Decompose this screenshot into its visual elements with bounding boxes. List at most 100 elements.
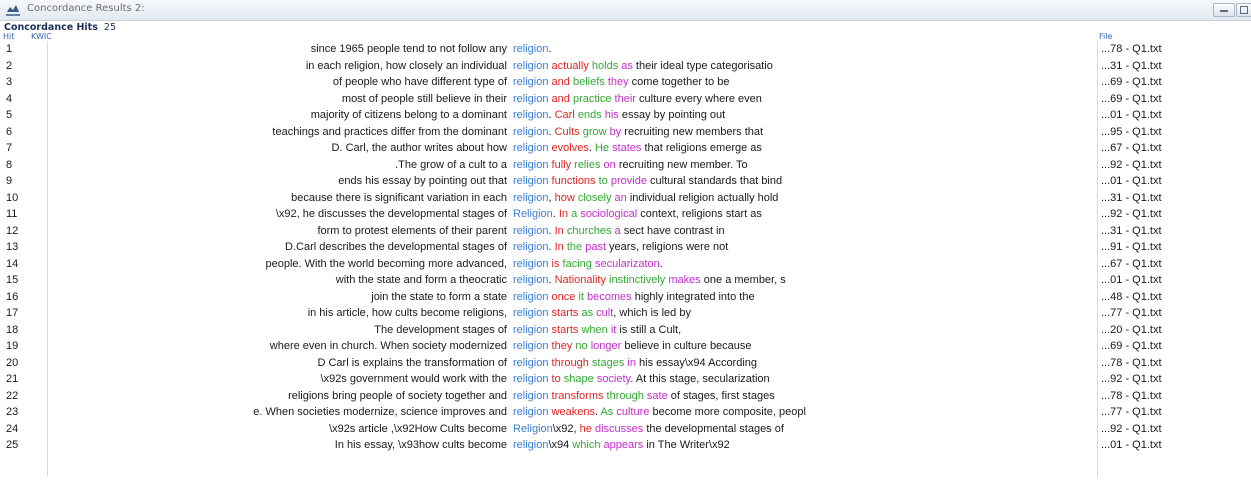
keyword-hit[interactable]: religion	[513, 43, 548, 55]
collocate-word: his	[604, 109, 619, 121]
left-context: most of people still believe in their	[341, 92, 507, 105]
collocate-word: Nationality	[554, 274, 606, 286]
table-row[interactable]: 25 In his essay, \x93how cults become reli…	[0, 437, 1251, 454]
collocate-word: functions	[548, 175, 596, 187]
keyword-hit[interactable]: religion	[513, 60, 548, 72]
collocate-word: provide	[610, 175, 647, 187]
collocate-word: grow	[582, 125, 607, 138]
column-header-kwic[interactable]: KWIC	[31, 32, 52, 41]
table-row[interactable]: 7 D. Carl, the author writes about how rel…	[0, 140, 1251, 157]
file-name: ...92 - Q1.txt	[1101, 208, 1162, 220]
keyword-and-right-context: religion transforms through sate of stag…	[513, 388, 775, 405]
file-name: ...01 - Q1.txt	[1101, 439, 1162, 451]
collocate-word: in	[627, 356, 636, 369]
table-row[interactable]: 16 join the state to form a state religion…	[0, 289, 1251, 306]
table-row[interactable]: 2 in each religion, how closely an indivi…	[0, 58, 1251, 75]
collocate-word: through	[606, 389, 644, 402]
context-text: culture every where even	[635, 92, 762, 105]
table-row[interactable]: 24 \x92s article ,\x92How Cults become Rel…	[0, 421, 1251, 438]
keyword-hit[interactable]: religion	[513, 307, 548, 319]
table-row[interactable]: 17 in his article, how cults become relig…	[0, 305, 1251, 322]
keyword-hit[interactable]: religion	[513, 324, 548, 336]
file-name: ...01 - Q1.txt	[1101, 274, 1162, 286]
column-header-hit[interactable]: Hit	[3, 32, 14, 41]
context-text: come together to be	[628, 76, 730, 88]
table-row[interactable]: 21 \x92s government would work with the re…	[0, 371, 1251, 388]
file-name: ...92 - Q1.txt	[1101, 373, 1162, 385]
keyword-hit[interactable]: religion	[513, 192, 548, 204]
keyword-hit[interactable]: religion	[513, 291, 548, 303]
left-context: majority of citizens belong to a dominan…	[310, 109, 507, 121]
table-row[interactable]: 23 e. When societies modernize, science i…	[0, 404, 1251, 421]
keyword-hit[interactable]: religion	[513, 76, 548, 88]
table-row[interactable]: 13 D.Carl describes the developmental sta…	[0, 239, 1251, 256]
keyword-and-right-context: religion is facing secularizaton.	[513, 256, 663, 273]
keyword-hit[interactable]: religion	[513, 142, 548, 154]
context-text: highly integrated into the	[631, 290, 755, 303]
table-row[interactable]: 5 majority of citizens belong to a domina…	[0, 107, 1251, 124]
keyword-hit[interactable]: religion	[513, 175, 548, 187]
keyword-hit[interactable]: religion	[513, 258, 548, 270]
keyword-and-right-context: religion starts when it is still a Cult,	[513, 322, 681, 339]
left-context: since 1965 people tend to not follow any	[310, 43, 507, 55]
keyword-hit[interactable]: religion	[513, 93, 548, 105]
collocate-word: In	[558, 208, 569, 220]
hit-number: 12	[6, 224, 19, 237]
table-row[interactable]: 15 with the state and form a theocratic re…	[0, 272, 1251, 289]
minimize-button[interactable]	[1213, 3, 1235, 17]
collocate-word: cult	[596, 307, 614, 319]
hit-number: 9	[6, 175, 13, 187]
keyword-hit[interactable]: religion	[513, 159, 548, 171]
table-row[interactable]: 18 The development stages of religion star…	[0, 322, 1251, 339]
hits-count: 25	[103, 22, 117, 33]
table-row[interactable]: 3 of people who have different type of rel…	[0, 74, 1251, 91]
keyword-and-right-context: religion they no longer believe in cultu…	[513, 338, 752, 355]
collocate-word: relies	[574, 158, 601, 171]
keyword-and-right-context: religion\x94 which appears in The Writer…	[513, 437, 730, 454]
keyword-hit[interactable]: religion	[513, 274, 548, 286]
table-row[interactable]: 20 D Carl is explains the transformation …	[0, 355, 1251, 372]
table-row[interactable]: 14 people. With the world becoming more a…	[0, 256, 1251, 273]
keyword-and-right-context: religion. Carl ends his essay by pointin…	[513, 107, 725, 124]
keyword-hit[interactable]: religion	[513, 406, 548, 418]
left-context: because there is significant variation i…	[291, 191, 507, 204]
file-name: ...48 - Q1.txt	[1101, 290, 1162, 303]
table-row[interactable]: 9 ends his essay by pointing out that reli…	[0, 173, 1251, 190]
keyword-hit[interactable]: religion	[513, 357, 548, 369]
table-row[interactable]: 8 .The grow of a cult to a religion fully …	[0, 157, 1251, 174]
context-text: cultural standards that bind	[646, 175, 783, 187]
context-text: their ideal type categorisatio	[632, 59, 773, 72]
keyword-hit[interactable]: religion	[513, 225, 548, 237]
collocate-word: their	[614, 92, 636, 105]
file-name: ...20 - Q1.txt	[1101, 323, 1162, 336]
keyword-hit[interactable]: religion	[513, 373, 548, 385]
table-row[interactable]: 11 \x92, he discusses the developmental s…	[0, 206, 1251, 223]
column-header-file[interactable]: File	[1099, 32, 1112, 41]
keyword-hit[interactable]: religion	[513, 109, 548, 121]
keyword-hit[interactable]: religion	[513, 439, 548, 451]
keyword-hit[interactable]: religion	[513, 340, 548, 352]
table-row[interactable]: 22 religions bring people of society toge…	[0, 388, 1251, 405]
table-row[interactable]: 12 form to protest elements of their pare…	[0, 223, 1251, 240]
table-row[interactable]: 4 most of people still believe in their re…	[0, 91, 1251, 108]
table-row[interactable]: 10 because there is significant variation…	[0, 190, 1251, 207]
keyword-hit[interactable]: religion	[513, 390, 548, 402]
table-row[interactable]: 1 since 1965 people tend to not follow an…	[0, 41, 1251, 58]
maximize-button[interactable]	[1236, 3, 1251, 17]
file-name: ...77 - Q1.txt	[1101, 406, 1162, 418]
keyword-hit[interactable]: Religion	[513, 208, 553, 220]
left-context: D.Carl describes the developmental stage…	[285, 241, 507, 253]
table-row[interactable]: 19 where even in church. When society mod…	[0, 338, 1251, 355]
hit-number: 15	[6, 274, 19, 286]
collocate-word: which	[572, 439, 601, 451]
left-context: with the state and form a theocratic	[335, 274, 507, 286]
keyword-hit[interactable]: Religion	[513, 423, 553, 435]
hit-number: 16	[6, 290, 19, 303]
file-name: ...69 - Q1.txt	[1101, 92, 1162, 105]
file-name: ...92 - Q1.txt	[1101, 422, 1162, 435]
left-context: e. When societies modernize, science imp…	[253, 406, 507, 418]
table-row[interactable]: 6 teachings and practices differ from the…	[0, 124, 1251, 141]
context-text: believe in culture because	[621, 340, 752, 352]
keyword-hit[interactable]: religion	[513, 126, 548, 138]
keyword-hit[interactable]: religion	[513, 241, 548, 253]
